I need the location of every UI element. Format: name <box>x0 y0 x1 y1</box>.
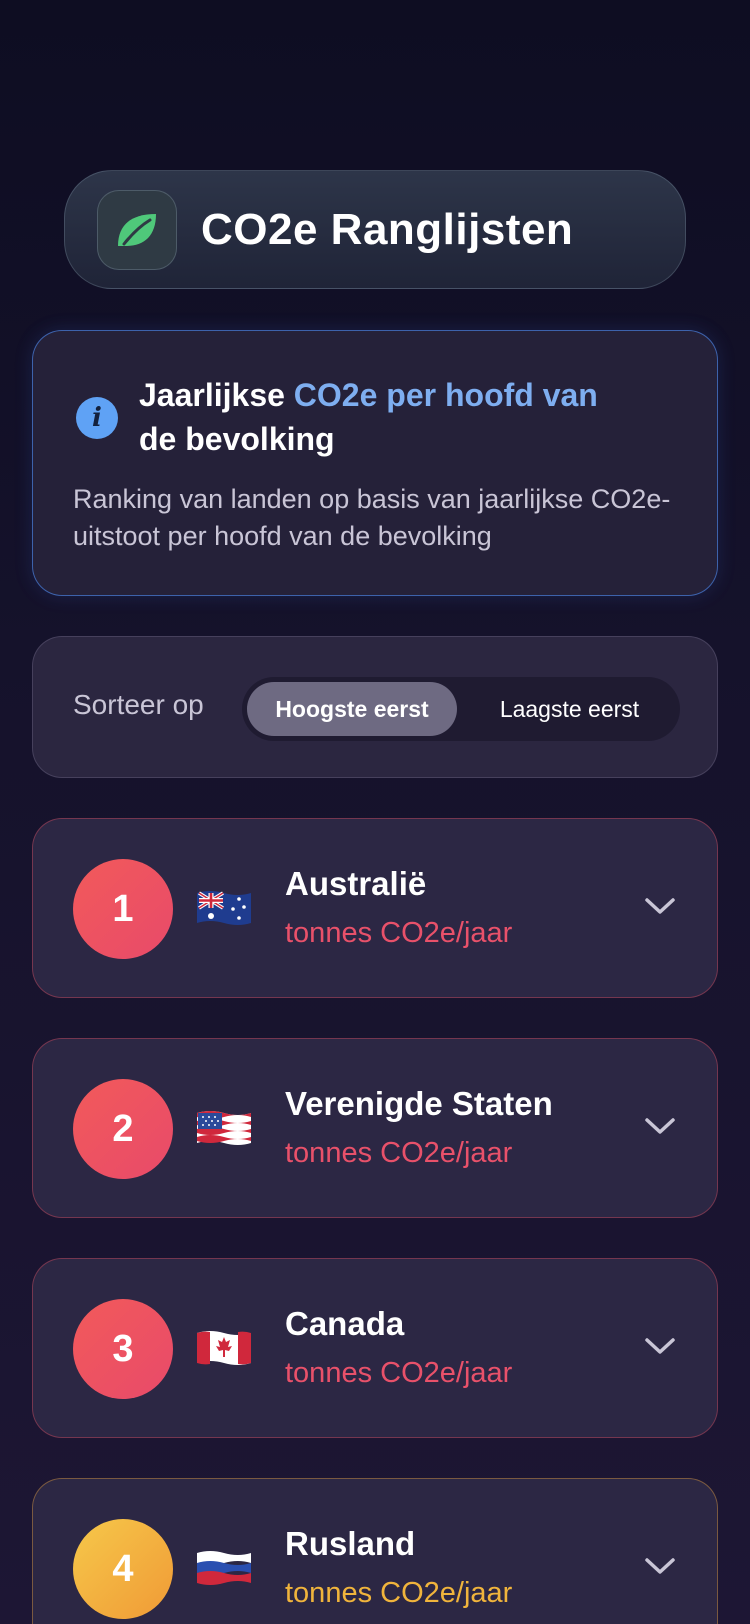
sort-segmented-control: Hoogste eerst Laagste eerst <box>242 677 680 741</box>
info-title: Jaarlijkse CO2e per hoofd van de bevolki… <box>139 373 679 461</box>
emission-unit: tonnes CO2e/jaar <box>285 917 513 949</box>
info-title-prefix: Jaarlijkse <box>139 377 294 413</box>
emission-unit: tonnes CO2e/jaar <box>285 1137 513 1169</box>
sort-label: Sorteer op <box>73 689 204 720</box>
info-icon: i <box>76 397 118 439</box>
rank-badge: 4 <box>73 1519 173 1619</box>
chevron-down-icon[interactable] <box>643 895 677 917</box>
sort-lowest-first-button[interactable]: Laagste eerst <box>467 682 672 736</box>
emission-unit: tonnes CO2e/jaar <box>285 1577 513 1609</box>
app-header: CO2e Ranglijsten <box>64 170 686 289</box>
sort-highest-first-button[interactable]: Hoogste eerst <box>247 682 457 736</box>
ranking-card[interactable]: 4 Rusland tonnes CO2e/jaar <box>32 1478 718 1624</box>
country-name: Verenigde Staten <box>285 1085 553 1122</box>
leaf-icon <box>97 189 177 270</box>
country-name: Canada <box>285 1305 405 1342</box>
country-name: Australië <box>285 865 427 902</box>
info-title-accent: CO2e per hoofd van <box>293 377 598 413</box>
ranking-card[interactable]: 3 Canada tonnes CO2e/jaar <box>32 1258 718 1438</box>
ranking-card[interactable]: 2 Verenigde Staten tonnes CO2e/jaar <box>32 1038 718 1218</box>
rank-badge: 3 <box>73 1299 173 1399</box>
united-states-flag-icon <box>197 1111 251 1145</box>
chevron-down-icon[interactable] <box>643 1335 677 1357</box>
info-card: i Jaarlijkse CO2e per hoofd van de bevol… <box>32 330 718 596</box>
info-description: Ranking van landen op basis van jaarlijk… <box>73 484 671 551</box>
australia-flag-icon <box>197 891 251 925</box>
emission-unit: tonnes CO2e/jaar <box>285 1357 513 1389</box>
chevron-down-icon[interactable] <box>643 1115 677 1137</box>
rank-badge: 1 <box>73 859 173 959</box>
sort-card: Sorteer op Hoogste eerst Laagste eerst <box>32 636 718 778</box>
rankings-screen: CO2e Ranglijsten i Jaarlijkse CO2e per h… <box>0 0 750 1624</box>
rank-badge: 2 <box>73 1079 173 1179</box>
country-name: Rusland <box>285 1525 416 1562</box>
ranking-card[interactable]: 1 Australië tonnes CO2e/jaar <box>32 818 718 998</box>
page-title: CO2e Ranglijsten <box>201 204 574 254</box>
chevron-down-icon[interactable] <box>643 1555 677 1577</box>
russia-flag-icon <box>197 1551 251 1585</box>
info-title-suffix: de bevolking <box>139 421 335 457</box>
canada-flag-icon <box>197 1331 251 1365</box>
